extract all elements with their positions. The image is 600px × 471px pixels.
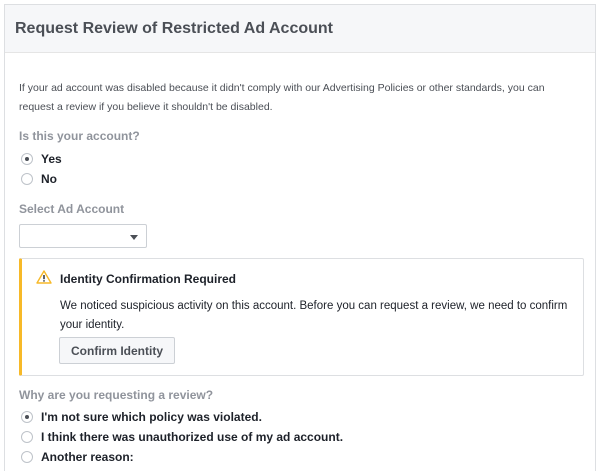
radio-option-another-reason[interactable]: Another reason: bbox=[19, 447, 581, 467]
chevron-down-icon[interactable] bbox=[130, 235, 138, 240]
account-question-label: Is this your account? bbox=[19, 129, 140, 143]
radio-option-not-sure-policy[interactable]: I'm not sure which policy was violated. bbox=[19, 407, 581, 427]
radio-label: Yes bbox=[41, 152, 62, 166]
card-header: Request Review of Restricted Ad Account bbox=[5, 5, 595, 53]
intro-text: If your ad account was disabled because … bbox=[19, 82, 545, 113]
radio-option-no[interactable]: No bbox=[19, 169, 581, 189]
alert-title: Identity Confirmation Required bbox=[60, 272, 237, 286]
radio-option-yes[interactable]: Yes bbox=[19, 149, 581, 169]
radio-label: Another reason: bbox=[41, 450, 134, 464]
confirm-identity-button[interactable]: Confirm Identity bbox=[59, 337, 175, 364]
ad-account-select[interactable] bbox=[19, 224, 147, 248]
identity-alert: Identity Confirmation Required We notice… bbox=[19, 258, 584, 376]
review-request-card: Request Review of Restricted Ad Account … bbox=[4, 4, 596, 471]
alert-text: We noticed suspicious activity on this a… bbox=[60, 300, 568, 331]
radio-label: I think there was unauthorized use of my… bbox=[41, 430, 344, 444]
radio-label: No bbox=[41, 172, 57, 186]
radio-button[interactable] bbox=[21, 153, 33, 165]
radio-button[interactable] bbox=[21, 173, 33, 185]
select-account-label: Select Ad Account bbox=[19, 202, 125, 216]
radio-option-unauthorized-use[interactable]: I think there was unauthorized use of my… bbox=[19, 427, 581, 447]
account-question-options: Yes No bbox=[19, 149, 581, 189]
card-body: If your ad account was disabled because … bbox=[5, 79, 595, 467]
page-title: Request Review of Restricted Ad Account bbox=[15, 19, 333, 37]
warning-icon bbox=[36, 270, 52, 284]
radio-button[interactable] bbox=[21, 451, 33, 463]
radio-button[interactable] bbox=[21, 431, 33, 443]
radio-label: I'm not sure which policy was violated. bbox=[41, 410, 262, 424]
radio-button[interactable] bbox=[21, 411, 33, 423]
reason-question-label: Why are you requesting a review? bbox=[19, 388, 214, 402]
reason-question-options: I'm not sure which policy was violated. … bbox=[19, 407, 581, 467]
